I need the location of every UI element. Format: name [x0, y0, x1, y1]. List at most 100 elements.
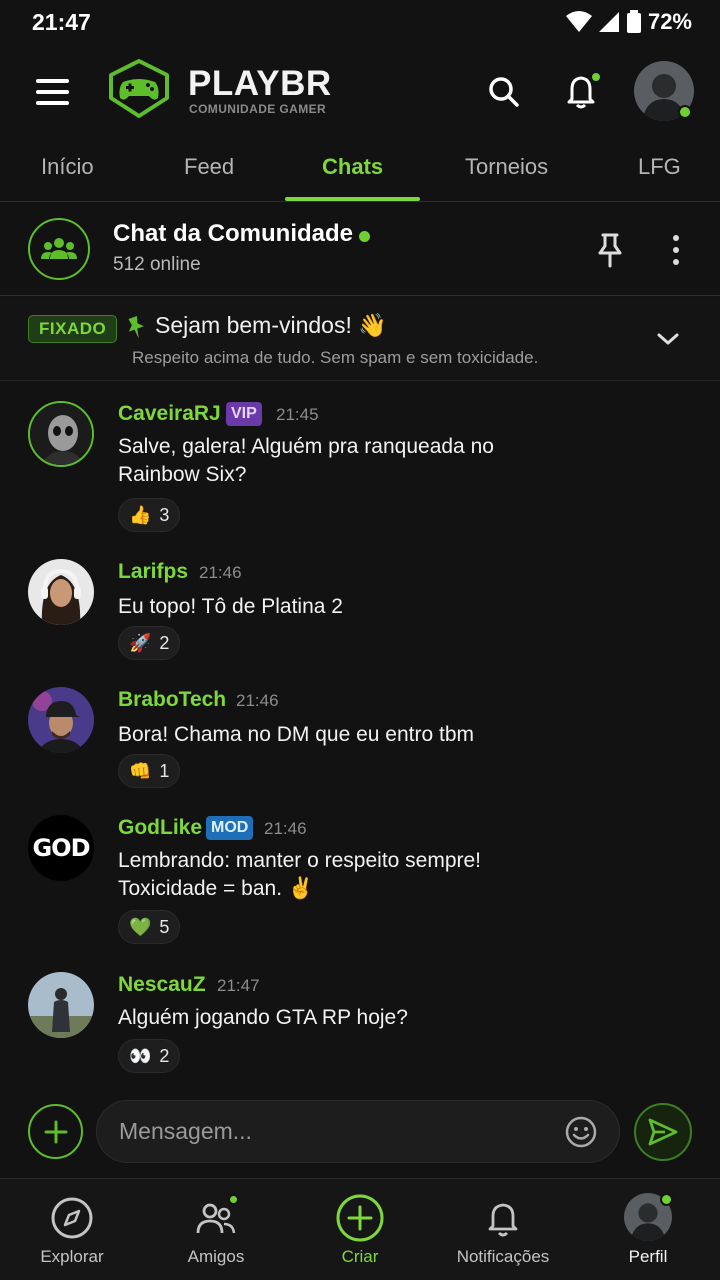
message-text: Eu topo! Tô de Platina 2: [118, 595, 343, 618]
reaction-count: 5: [159, 916, 170, 937]
notifications-button[interactable]: [561, 70, 603, 112]
pin-icon: [128, 315, 144, 339]
online-count: 512 online: [113, 254, 201, 275]
reaction-count: 3: [159, 504, 170, 525]
reaction-chip[interactable]: 🚀 2: [118, 626, 181, 660]
reaction-emoji: 👍: [129, 504, 152, 525]
message-text: Salve, galera! Alguém pra ranqueada no R…: [118, 435, 494, 486]
active-tab-indicator: [285, 197, 420, 201]
reaction-chip[interactable]: 💚 5: [118, 910, 181, 944]
message-text: Bora! Chama no DM que eu entro tbm: [118, 723, 475, 746]
message-text: Alguém jogando GTA RP hoje?: [118, 1006, 408, 1029]
plus-circle-icon: [336, 1194, 384, 1242]
message-time: 21:46: [199, 563, 242, 582]
user-avatar[interactable]: [28, 401, 94, 467]
reaction-emoji: 💚: [129, 916, 152, 937]
app-bar: PLAYBR COMUNIDADE GAMER: [0, 52, 720, 132]
status-icons: 72%: [565, 9, 692, 35]
nav-perfil[interactable]: Perfil: [588, 1179, 708, 1280]
reaction-emoji: 👀: [129, 1045, 152, 1066]
plus-icon: [44, 1120, 67, 1143]
main-tabs: Início Feed Chats Torneios LFG: [0, 140, 720, 202]
battery-level: 72%: [647, 9, 692, 34]
menu-icon-line: [36, 79, 69, 83]
user-avatar[interactable]: [28, 687, 94, 753]
message-composer: [0, 1096, 720, 1172]
cap-man-avatar-image: [28, 687, 94, 753]
reaction-chip[interactable]: 👍 3: [118, 498, 181, 532]
message-username[interactable]: BraboTech: [118, 688, 226, 712]
nav-explorar[interactable]: Explorar: [12, 1179, 132, 1280]
god-avatar-text: GOD: [32, 834, 90, 862]
reaction-count: 2: [159, 1045, 170, 1066]
chevron-down-icon[interactable]: [654, 327, 682, 351]
message-list: CaveiraRJ VIP 21:45 Salve, galera! Algué…: [0, 385, 720, 1085]
message-username[interactable]: NescauZ: [118, 973, 206, 997]
community-group-icon: [28, 218, 90, 280]
tab-lfg[interactable]: LFG: [638, 154, 681, 180]
tab-inicio[interactable]: Início: [41, 154, 94, 180]
message-item: GOD GodLike MOD 21:46 Lembrando: manter …: [0, 799, 720, 949]
status-bar: 21:47 72%: [0, 0, 720, 44]
menu-icon-line: [36, 90, 69, 94]
nav-label: Explorar: [40, 1247, 104, 1266]
reaction-chip[interactable]: 👀 2: [118, 1039, 181, 1073]
nav-label: Amigos: [187, 1247, 245, 1266]
message-time: 21:45: [276, 405, 319, 424]
bell-icon: [488, 1203, 518, 1237]
menu-button[interactable]: [36, 74, 72, 110]
headset-girl-avatar-image: [28, 559, 94, 625]
nav-label: Notificações: [456, 1247, 550, 1266]
tab-torneios[interactable]: Torneios: [465, 154, 548, 180]
chat-header: Chat da Comunidade 512 online: [0, 202, 720, 296]
message-username[interactable]: CaveiraRJ: [118, 402, 221, 426]
online-status-dot: [678, 105, 692, 119]
reaction-count: 2: [159, 632, 170, 653]
nav-amigos[interactable]: Amigos: [156, 1179, 276, 1280]
pinned-message[interactable]: FIXADO Sejam bem-vindos! 👋 Respeito acim…: [0, 297, 720, 381]
pinned-text: Respeito acima de tudo. Sem spam e sem t…: [132, 348, 539, 367]
pin-icon[interactable]: [594, 232, 626, 268]
message-username[interactable]: Larifps: [118, 560, 188, 584]
attach-button[interactable]: [28, 1104, 83, 1159]
message-item: NescauZ 21:47 Alguém jogando GTA RP hoje…: [0, 956, 720, 1076]
compass-icon: [51, 1197, 93, 1239]
message-time: 21:47: [217, 976, 260, 995]
nav-criar[interactable]: Criar: [300, 1179, 420, 1280]
message-item: CaveiraRJ VIP 21:45 Salve, galera! Algué…: [0, 385, 720, 535]
app-logo-title: PLAYBR: [188, 64, 332, 103]
menu-icon-line: [36, 101, 69, 105]
message-username[interactable]: GodLike: [118, 816, 202, 840]
nav-label: Perfil: [628, 1247, 668, 1266]
profile-online-dot: [660, 1193, 673, 1206]
search-icon[interactable]: [484, 72, 524, 112]
message-item: BraboTech 21:46 Bora! Chama no DM que eu…: [0, 671, 720, 791]
reaction-count: 1: [159, 760, 170, 781]
user-avatar[interactable]: [28, 972, 94, 1038]
status-time: 21:47: [32, 9, 91, 35]
send-button[interactable]: [634, 1103, 692, 1161]
tab-feed[interactable]: Feed: [184, 154, 234, 180]
friends-notification-dot: [228, 1194, 239, 1205]
user-avatar[interactable]: [28, 559, 94, 625]
nav-label: Criar: [341, 1247, 379, 1266]
battery-icon: [626, 10, 641, 33]
reaction-emoji: 👊: [129, 760, 152, 781]
user-avatar[interactable]: GOD: [28, 815, 94, 881]
cell-signal-icon: [598, 12, 619, 32]
notification-dot: [590, 71, 602, 83]
tab-chats[interactable]: Chats: [322, 154, 383, 180]
pinned-title: Sejam bem-vindos! 👋: [155, 312, 387, 338]
mod-badge: MOD: [206, 816, 254, 840]
emoji-icon[interactable]: [564, 1115, 598, 1149]
reaction-chip[interactable]: 👊 1: [118, 754, 181, 788]
send-icon: [648, 1118, 678, 1146]
reaction-emoji: 🚀: [129, 632, 152, 653]
nav-notificacoes[interactable]: Notificações: [443, 1179, 563, 1280]
message-input[interactable]: [96, 1100, 620, 1163]
gta-character-avatar-image: [28, 972, 94, 1038]
gamepad-logo-icon: [109, 59, 169, 118]
pinned-badge: FIXADO: [28, 315, 118, 343]
more-options-icon[interactable]: [664, 232, 688, 268]
message-time: 21:46: [236, 691, 279, 710]
